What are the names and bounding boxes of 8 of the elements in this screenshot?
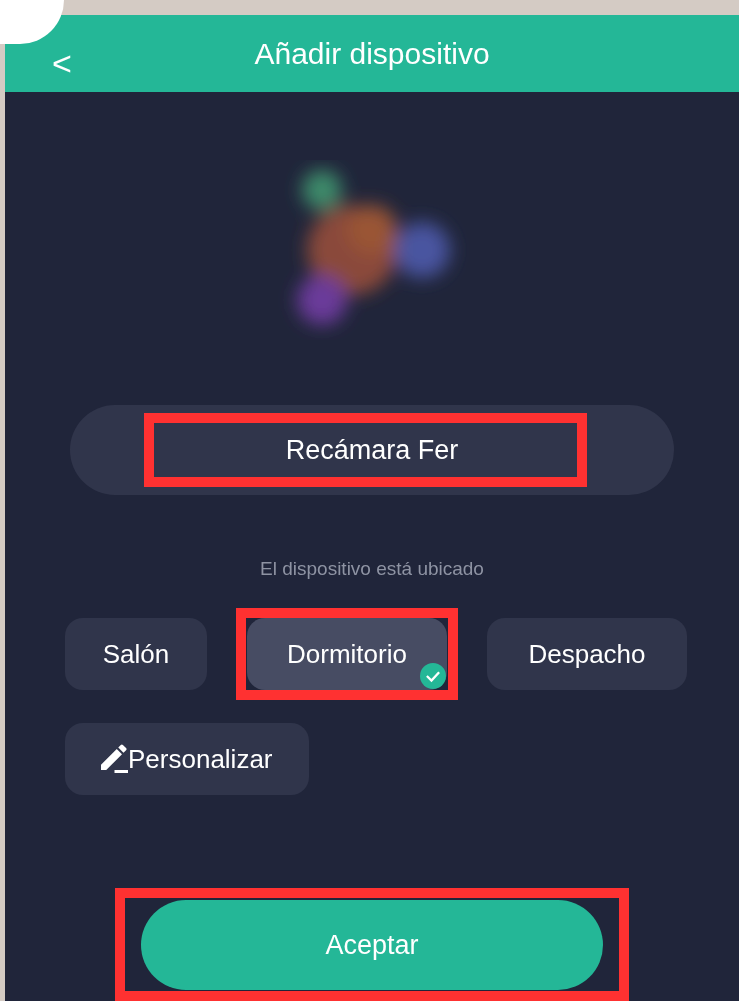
pencil-icon [101, 742, 128, 773]
location-label: El dispositivo está ubicado [259, 557, 485, 581]
customize-button[interactable]: Personalizar [65, 723, 309, 795]
room-option[interactable]: Salón [65, 618, 207, 690]
room-option[interactable]: Despacho [487, 618, 687, 690]
room-option[interactable]: Dormitorio [247, 618, 447, 690]
check-icon [420, 663, 446, 689]
screen-title: Añadir dispositivo [254, 36, 490, 72]
